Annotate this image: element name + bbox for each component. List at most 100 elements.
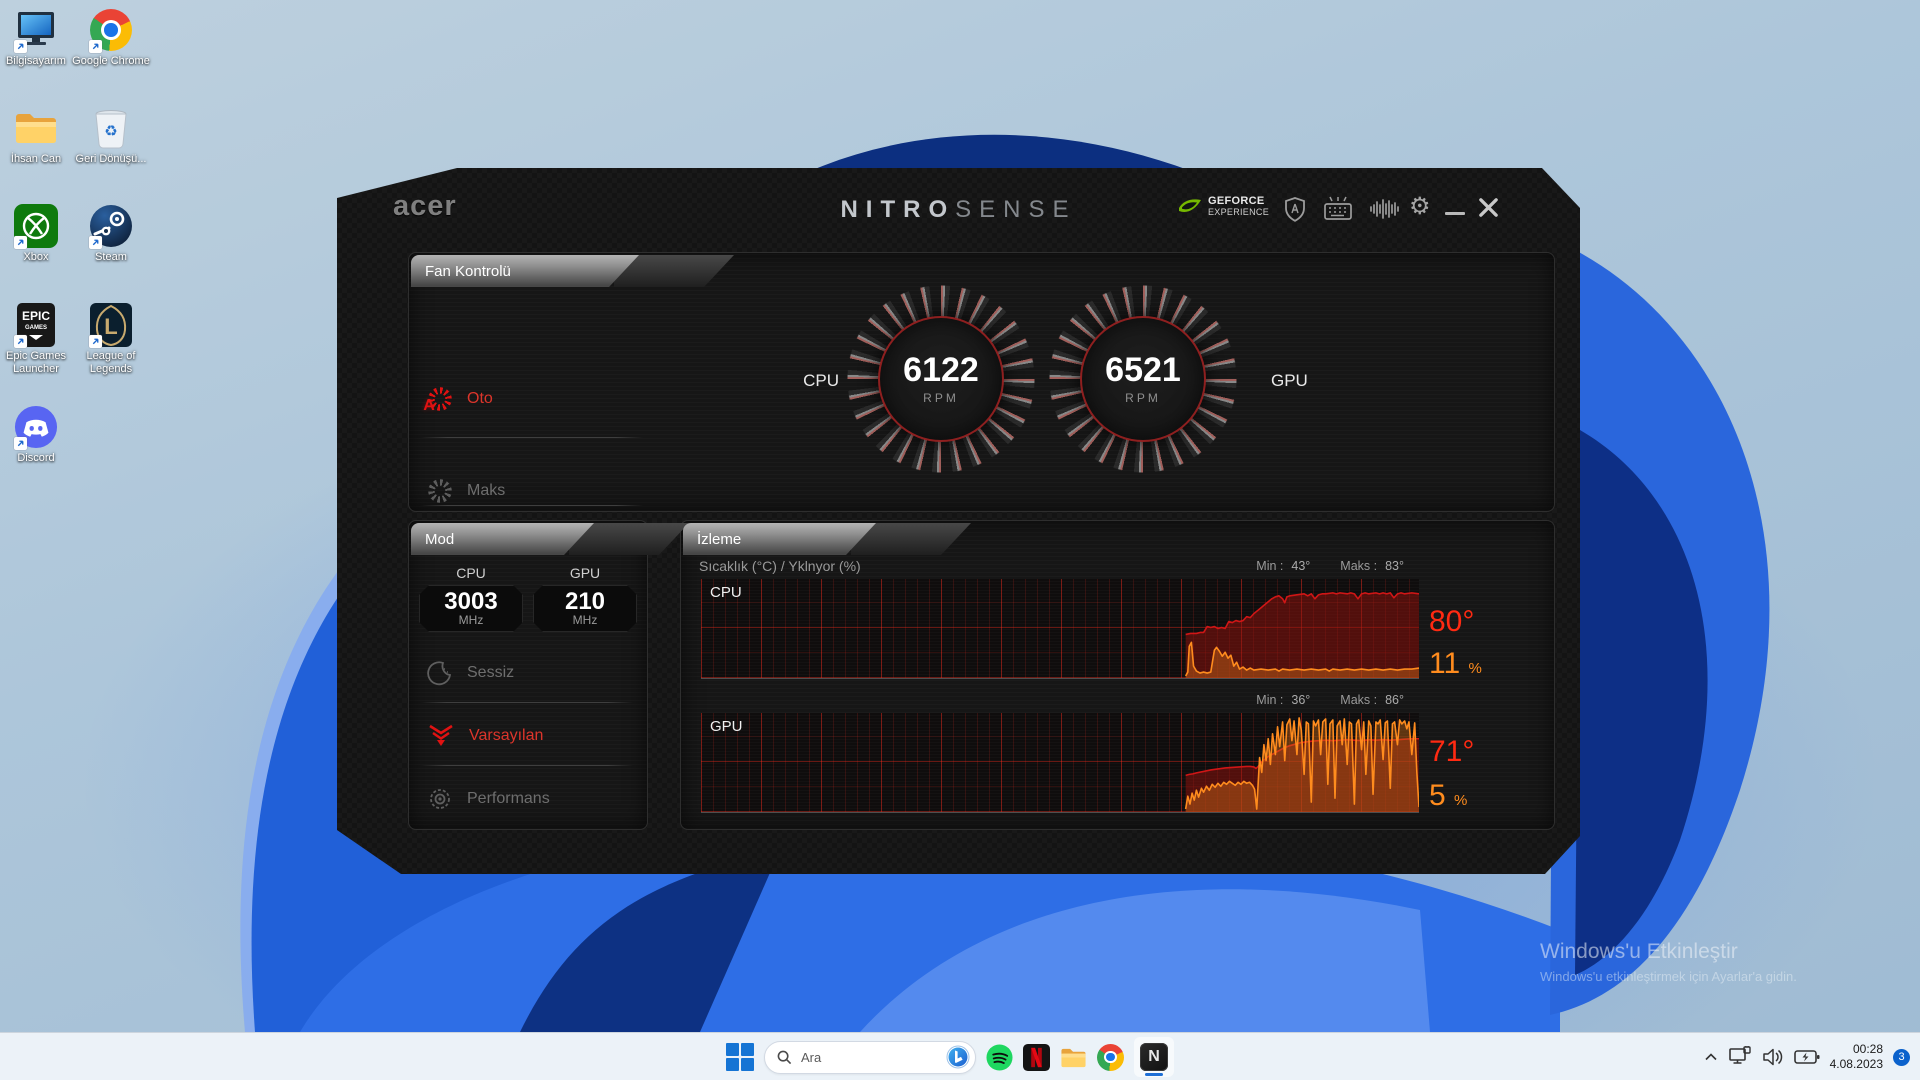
tray-date: 4.08.2023 xyxy=(1830,1057,1883,1072)
cpu-load-value: 11 xyxy=(1429,647,1460,680)
league-of-legends-icon: L xyxy=(89,303,133,347)
cpu-mhz-value: 3003 xyxy=(444,590,497,614)
desktop-icon-discord[interactable]: Discord xyxy=(0,405,78,465)
desktop-icon-label: Google Chrome xyxy=(72,55,150,68)
taskbar-center: Ara N xyxy=(726,1033,1174,1080)
geforce-experience-button[interactable]: GEFORCE EXPERIENCE xyxy=(1177,194,1269,218)
min-label: Min : xyxy=(1256,559,1283,573)
maks-label: Maks : xyxy=(1340,693,1377,707)
notification-badge[interactable]: 3 xyxy=(1893,1049,1910,1066)
desktop-icon-label: Geri Dönüşü... xyxy=(76,153,147,166)
close-icon xyxy=(1477,196,1500,219)
activate-windows-watermark: Windows'u Etkinleştir xyxy=(1540,940,1738,964)
gpu-rpm-value: 6521 xyxy=(1105,353,1181,387)
mode-performance[interactable]: Performans xyxy=(427,781,550,817)
fan-mode-auto[interactable]: A Oto xyxy=(427,381,493,417)
close-button[interactable] xyxy=(1477,196,1500,224)
cpu-fan-label: CPU xyxy=(769,371,839,391)
gpu-minmax: Min : 36° Maks : 86° xyxy=(1256,693,1404,707)
settings-gear-icon[interactable]: ⚙ xyxy=(1409,192,1431,220)
cpu-current-temp: 80° xyxy=(1429,607,1474,637)
search-placeholder: Ara xyxy=(801,1050,946,1065)
tray-chevron-up-icon[interactable] xyxy=(1704,1051,1718,1063)
mhz-unit: MHz xyxy=(459,614,484,627)
desktop-icon-recycle-bin[interactable]: ♻ Geri Dönüşü... xyxy=(69,106,153,166)
active-app-indicator xyxy=(1145,1073,1163,1076)
desktop-icon-label: Steam xyxy=(95,251,127,264)
nitrosense-taskbar-icon[interactable]: N xyxy=(1134,1037,1174,1077)
geforce-line2: EXPERIENCE xyxy=(1208,207,1269,217)
netflix-icon[interactable] xyxy=(1023,1044,1050,1071)
cpu-rpm-value: 6122 xyxy=(903,353,979,387)
battery-charging-icon[interactable] xyxy=(1794,1048,1820,1066)
audio-waveform-icon[interactable] xyxy=(1369,196,1401,227)
cpu-chart-label: CPU xyxy=(710,584,742,601)
desktop-icon-steam[interactable]: Steam xyxy=(69,204,153,264)
desktop-icon-folder-ihsan-can[interactable]: İhsan Can xyxy=(0,106,78,166)
mode-tab: Mod xyxy=(411,523,594,555)
taskbar-clock[interactable]: 00:28 4.08.2023 xyxy=(1830,1042,1883,1072)
fan-mode-max[interactable]: Maks xyxy=(427,473,505,509)
taskbar: Ara N 00:28 4.08.2023 3 xyxy=(0,1032,1920,1080)
cpu-mhz-label: CPU xyxy=(419,565,523,581)
auto-letter: A xyxy=(423,397,435,415)
start-button[interactable] xyxy=(726,1043,754,1071)
volume-icon[interactable] xyxy=(1762,1047,1784,1067)
file-explorer-icon[interactable] xyxy=(1060,1044,1087,1071)
mode-label: Sessiz xyxy=(467,664,514,682)
desktop-icon-epic-games[interactable]: EPICGAMES Epic Games Launcher xyxy=(0,303,78,376)
fan-mode-label: Oto xyxy=(467,390,493,408)
spotify-icon[interactable] xyxy=(986,1044,1013,1071)
gpu-chart: GPU xyxy=(701,713,1419,813)
desktop-icon-google-chrome[interactable]: Google Chrome xyxy=(69,8,153,68)
mode-default[interactable]: Varsayılan xyxy=(427,717,543,755)
shield-app-icon[interactable] xyxy=(1285,197,1305,227)
maks-value: 86° xyxy=(1385,693,1404,707)
gpu-current-temp: 71° xyxy=(1429,737,1474,767)
cpu-load-unit: % xyxy=(1469,660,1482,677)
min-value: 43° xyxy=(1291,559,1310,573)
rpm-unit: RPM xyxy=(1125,391,1161,405)
moon-icon xyxy=(427,660,453,686)
cpu-minmax: Min : 43° Maks : 83° xyxy=(1256,559,1404,573)
search-icon xyxy=(777,1050,792,1065)
tray-time: 00:28 xyxy=(1830,1042,1883,1057)
shortcut-arrow-icon xyxy=(14,437,27,450)
shortcut-arrow-icon xyxy=(89,335,102,348)
nitrosense-tile-letter: N xyxy=(1140,1043,1168,1071)
desktop-icon-league-of-legends[interactable]: L League of Legends xyxy=(69,303,153,376)
gpu-current-load: 5 % xyxy=(1429,781,1467,816)
mode-label: Varsayılan xyxy=(469,727,543,745)
gpu-mhz-value: 210 xyxy=(565,590,605,614)
fan-mode-label: Maks xyxy=(467,482,505,500)
search-box[interactable]: Ara xyxy=(764,1041,976,1074)
gpu-chart-label: GPU xyxy=(710,718,743,735)
nitrosense-window: acer NITROSENSE GEFORCE EXPERIENCE ⚙ xyxy=(337,168,1580,874)
activate-windows-watermark-sub: Windows'u etkinleştirmek için Ayarlar'a … xyxy=(1540,969,1797,984)
gpu-load-unit: % xyxy=(1454,792,1467,809)
gpu-fan-rpm: 6521 RPM xyxy=(1080,316,1206,442)
shortcut-arrow-icon xyxy=(89,236,102,249)
minimize-button[interactable] xyxy=(1445,212,1465,215)
steam-icon xyxy=(89,204,133,248)
keyboard-backlight-icon[interactable] xyxy=(1323,196,1353,227)
gpu-load-value: 5 xyxy=(1429,779,1446,812)
gpu-mhz-label: GPU xyxy=(533,565,637,581)
chrome-taskbar-icon[interactable] xyxy=(1097,1044,1124,1071)
cpu-current-load: 11 % xyxy=(1429,649,1482,684)
fan-control-tab: Fan Kontrolü xyxy=(411,255,639,287)
desktop-icon-xbox[interactable]: Xbox xyxy=(0,204,78,264)
app-title-nitro: NITRO xyxy=(840,196,955,223)
maks-value: 83° xyxy=(1385,559,1404,573)
my-computer-icon xyxy=(14,8,58,52)
mode-quiet[interactable]: Sessiz xyxy=(427,655,514,691)
network-icon[interactable] xyxy=(1728,1046,1752,1068)
fan-control-panel: Fan Kontrolü A Oto Maks Özel CPU 6122 RP… xyxy=(408,252,1555,512)
shortcut-arrow-icon xyxy=(14,335,27,348)
xbox-icon xyxy=(14,204,58,248)
nitro-emblem-icon xyxy=(427,723,455,749)
cpu-fan-rpm: 6122 RPM xyxy=(878,316,1004,442)
geforce-line1: GEFORCE xyxy=(1208,196,1269,207)
desktop-icon-my-computer[interactable]: Bilgisayarım xyxy=(0,8,78,68)
desktop-icon-label: İhsan Can xyxy=(11,153,61,166)
